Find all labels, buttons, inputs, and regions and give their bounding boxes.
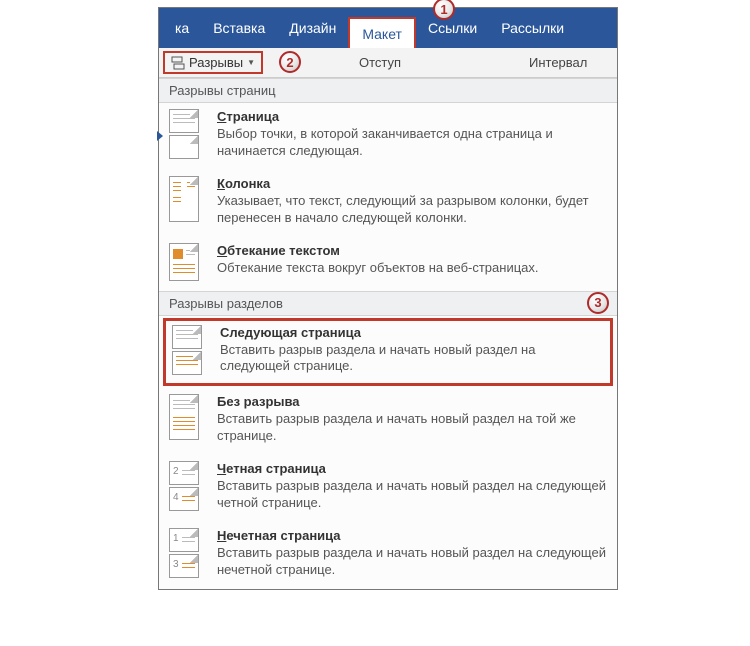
break-textwrap[interactable]: Обтекание текстом Обтекание текста вокру…	[159, 237, 617, 291]
current-marker-icon	[157, 131, 163, 141]
layout-toolbar: Разрывы ▼ 2 Отступ Интервал	[159, 48, 617, 78]
break-column[interactable]: Колонка Указывает, что текст, следующий …	[159, 170, 617, 237]
group-section-breaks: Разрывы разделов 3	[159, 291, 617, 316]
section-next-page-desc: Вставить разрыв раздела и начать новый р…	[220, 342, 604, 376]
breaks-icon	[171, 56, 185, 70]
break-textwrap-title: Обтекание текстом	[217, 243, 607, 258]
break-page[interactable]: Страница Выбор точки, в которой заканчив…	[159, 103, 617, 170]
section-even-page-icon: 2 4	[169, 461, 205, 512]
section-odd-page-title: Нечетная страница	[217, 528, 607, 543]
section-odd-page[interactable]: 1 3 Нечетная страница Вставить разрыв ра…	[159, 522, 617, 589]
group-page-breaks: Разрывы страниц	[159, 78, 617, 103]
section-continuous-title: Без разрыва	[217, 394, 607, 409]
section-even-page[interactable]: 2 4 Четная страница Вставить разрыв разд…	[159, 455, 617, 522]
ribbon-tabs: ка Вставка Дизайн Макет Ссылки Рассылки …	[159, 8, 617, 48]
section-odd-page-desc: Вставить разрыв раздела и начать новый р…	[217, 545, 607, 579]
tab-partial[interactable]: ка	[163, 8, 201, 48]
section-next-page[interactable]: Следующая страница Вставить разрыв разде…	[163, 318, 613, 387]
tab-layout[interactable]: Макет	[348, 17, 416, 49]
section-even-page-desc: Вставить разрыв раздела и начать новый р…	[217, 478, 607, 512]
breaks-button-label: Разрывы	[189, 55, 243, 70]
section-even-page-title: Четная страница	[217, 461, 607, 476]
break-page-desc: Выбор точки, в которой заканчивается одн…	[217, 126, 607, 160]
break-column-icon	[169, 176, 205, 227]
break-textwrap-icon	[169, 243, 205, 281]
break-page-title: Страница	[217, 109, 607, 124]
section-next-page-icon	[172, 325, 208, 376]
dropdown-arrow-icon: ▼	[247, 58, 255, 67]
breaks-dropdown: Разрывы страниц Страница Выбор точки, в …	[159, 78, 617, 589]
callout-3: 3	[587, 292, 609, 314]
section-odd-page-icon: 1 3	[169, 528, 205, 579]
callout-2: 2	[279, 51, 301, 73]
section-continuous-icon	[169, 394, 205, 445]
break-column-desc: Указывает, что текст, следующий за разры…	[217, 193, 607, 227]
word-layout-breaks-panel: ка Вставка Дизайн Макет Ссылки Рассылки …	[158, 7, 618, 590]
tab-design[interactable]: Дизайн	[277, 8, 348, 48]
break-column-title: Колонка	[217, 176, 607, 191]
spacing-label: Интервал	[529, 55, 587, 70]
tab-insert[interactable]: Вставка	[201, 8, 277, 48]
tab-mailings[interactable]: Рассылки	[489, 8, 576, 48]
break-page-icon	[169, 109, 205, 160]
section-continuous-desc: Вставить разрыв раздела и начать новый р…	[217, 411, 607, 445]
section-next-page-title: Следующая страница	[220, 325, 604, 340]
breaks-button[interactable]: Разрывы ▼	[163, 51, 263, 74]
section-continuous[interactable]: Без разрыва Вставить разрыв раздела и на…	[159, 388, 617, 455]
indent-label: Отступ	[359, 55, 401, 70]
break-textwrap-desc: Обтекание текста вокруг объектов на веб-…	[217, 260, 607, 277]
